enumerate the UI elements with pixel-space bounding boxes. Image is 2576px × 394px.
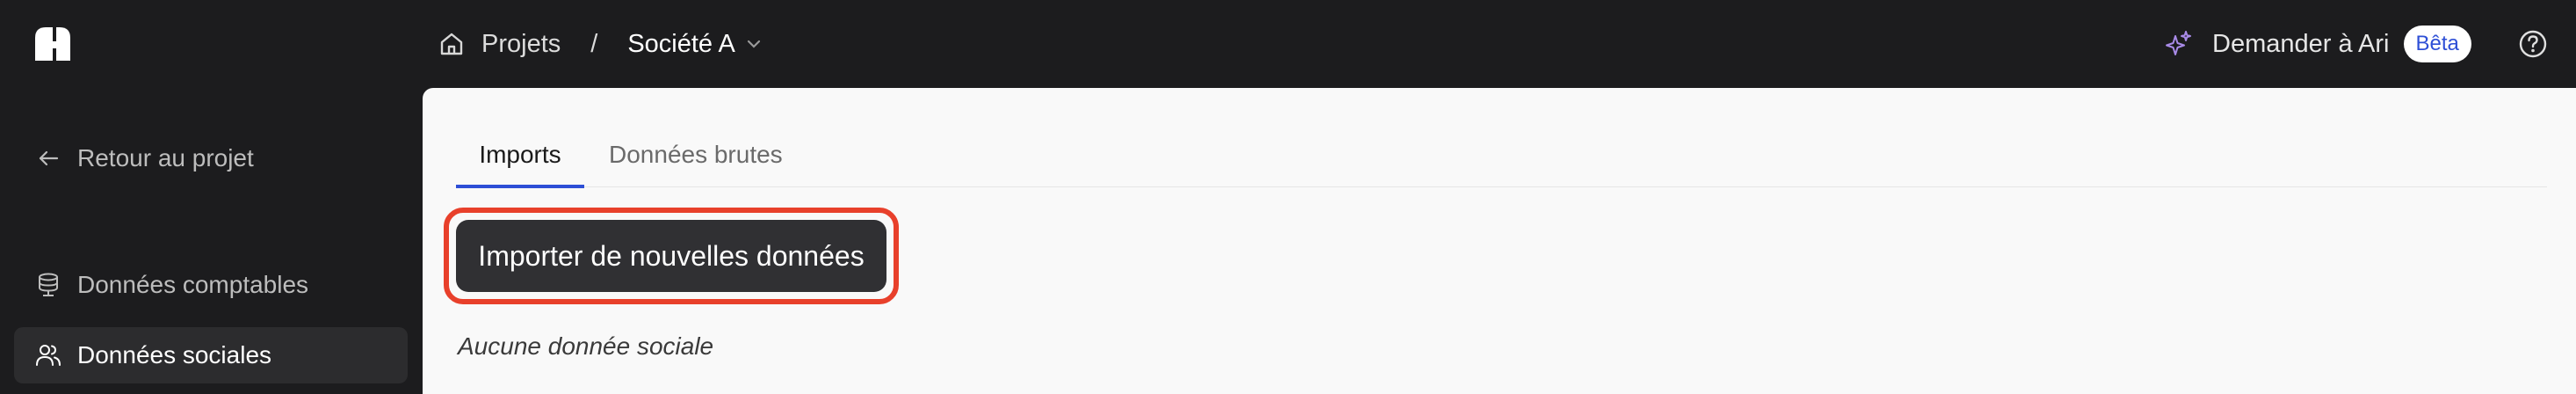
sidebar-item-back-to-project[interactable]: Retour au projet [14, 130, 408, 186]
top-bar: Projets / Société A Demander à Ari Bêta [0, 0, 2576, 88]
breadcrumb-separator: / [590, 29, 598, 58]
home-icon[interactable] [438, 30, 466, 58]
ask-ari-label: Demander à Ari [2212, 29, 2390, 58]
ask-ari-button[interactable]: Demander à Ari Bêta [2163, 0, 2471, 88]
arrow-left-icon [35, 145, 62, 171]
breadcrumb: Projets / Société A [438, 0, 763, 88]
users-icon [35, 342, 62, 368]
chevron-down-icon[interactable] [744, 34, 763, 54]
sidebar-item-label: Retour au projet [77, 144, 254, 171]
sparkle-icon [2163, 29, 2193, 59]
database-icon [35, 272, 62, 298]
main-panel: Imports Données brutes Importer de nouve… [423, 88, 2576, 394]
sidebar-item-accounting-data[interactable]: Données comptables [14, 257, 408, 313]
sidebar-item-label: Données sociales [77, 341, 272, 368]
empty-state-message: Aucune donnée sociale [458, 332, 714, 360]
tab-imports[interactable]: Imports [456, 139, 584, 188]
sidebar-item-label: Données comptables [77, 271, 309, 298]
beta-badge: Bêta [2403, 26, 2471, 62]
tab-bar: Imports Données brutes [456, 139, 2547, 188]
import-new-data-button[interactable]: Importer de nouvelles données [456, 220, 886, 292]
breadcrumb-projects-link[interactable]: Projets [481, 30, 561, 59]
sidebar-item-social-data[interactable]: Données sociales [14, 327, 408, 383]
tab-raw-data[interactable]: Données brutes [609, 139, 783, 186]
sidebar: Retour au projet Données comptables Donn… [0, 88, 422, 394]
app-logo-icon[interactable] [33, 26, 72, 64]
breadcrumb-current-project[interactable]: Société A [627, 30, 735, 59]
help-circle-icon[interactable] [2518, 29, 2548, 59]
